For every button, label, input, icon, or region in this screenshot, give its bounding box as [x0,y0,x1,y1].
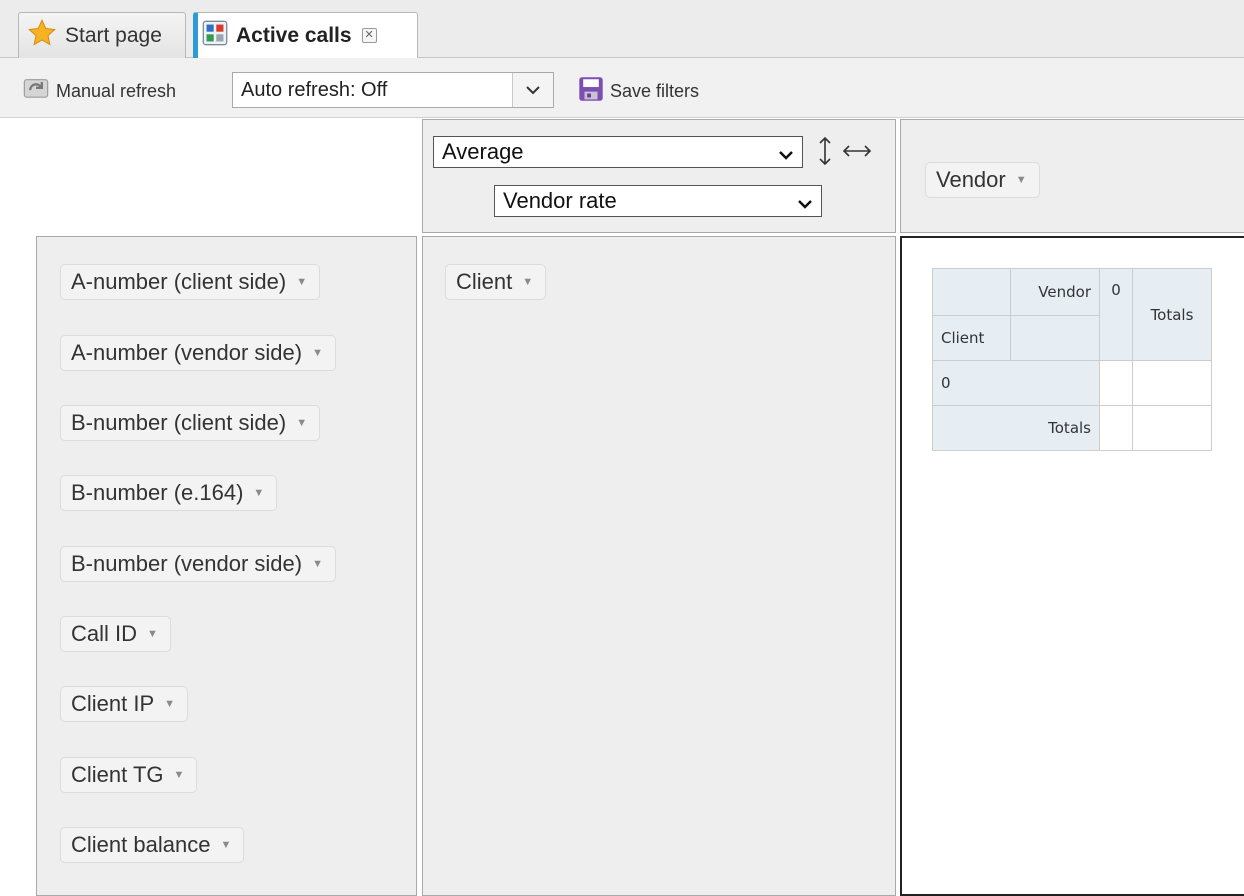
tab-start-page[interactable]: Start page [18,12,186,58]
field-label: A-number (client side) [71,269,287,294]
pivot-grand-total-cell [1132,405,1212,451]
field-label: B-number (e.164) [71,480,244,505]
field-label: Client [456,269,513,294]
tab-active-calls[interactable]: Active calls ✕ [193,12,418,58]
triangle-down-icon[interactable]: ▼ [164,698,175,710]
column-order-icon[interactable] [842,144,872,163]
auto-refresh-value: Auto refresh: Off [241,78,388,101]
pivot-totals-row-header: Totals [932,405,1100,451]
field-pill[interactable]: Client IP ▼ [60,686,189,722]
refresh-icon [22,76,50,107]
pivot-row-attr-header: Client [932,315,1011,361]
pivot-total-cell [1099,405,1133,451]
field-pill[interactable]: Client balance ▼ [60,827,245,863]
chevron-down-icon [797,192,813,218]
chevron-down-icon[interactable] [512,73,553,107]
field-pill[interactable]: A-number (vendor side) ▼ [60,335,336,371]
field-label: Client balance [71,832,211,857]
pivot-row-label: 0 [932,360,1100,406]
field-pill[interactable]: Call ID ▼ [60,616,171,652]
field-label: Client IP [71,691,155,716]
tab-strip: Start page Active calls ✕ [0,0,1244,58]
pivot-col-label: 0 [1099,268,1133,361]
field-label: B-number (vendor side) [71,551,303,576]
triangle-down-icon[interactable]: ▼ [1016,174,1027,186]
pivot-total-cell [1132,360,1212,406]
pivot-value-cell [1099,360,1133,406]
aggregator-attribute-value: Vendor rate [503,188,617,213]
floppy-disk-icon [578,76,604,107]
manual-refresh-label: Manual refresh [56,81,177,101]
aggregator-value: Average [442,139,524,164]
field-pill[interactable]: B-number (client side) ▼ [60,405,321,441]
pivot-table: Vendor 0 Totals Client 0 Totals [932,268,1212,451]
auto-refresh-select[interactable]: Auto refresh: Off [232,72,554,108]
field-pill[interactable]: Client TG ▼ [60,757,198,793]
field-label: B-number (client side) [71,410,287,435]
row-order-icon[interactable] [818,136,832,171]
aggregator-attribute-select[interactable]: Vendor rate [494,185,822,217]
row-fields-panel [422,236,896,896]
tab-label: Active calls [236,23,352,47]
triangle-down-icon[interactable]: ▼ [220,839,231,851]
manual-refresh-button[interactable]: Manual refresh [22,76,176,107]
field-pill-vendor[interactable]: Vendor ▼ [925,162,1040,198]
field-pill[interactable]: B-number (e.164) ▼ [60,475,278,511]
field-label: A-number (vendor side) [71,340,303,365]
field-pill-client[interactable]: Client ▼ [445,264,547,300]
pivot-totals-col-header: Totals [1132,268,1212,361]
sort-controls [818,136,872,171]
triangle-down-icon[interactable]: ▼ [296,417,307,429]
aggregator-select[interactable]: Average [433,136,803,168]
triangle-down-icon[interactable]: ▼ [147,628,158,640]
star-icon [27,18,57,54]
triangle-down-icon[interactable]: ▼ [253,487,264,499]
field-pill[interactable]: A-number (client side) ▼ [60,264,321,300]
pivot-col-attr-header: Vendor [1010,268,1100,316]
pivot-header-cell [1010,315,1100,361]
triangle-down-icon[interactable]: ▼ [522,276,533,288]
field-label: Vendor [936,167,1006,192]
triangle-down-icon[interactable]: ▼ [174,769,185,781]
field-label: Client TG [71,762,164,787]
chevron-down-icon [778,143,794,169]
triangle-down-icon[interactable]: ▼ [312,558,323,570]
save-filters-label: Save filters [610,81,700,101]
toolbar: Manual refresh Save filters [0,58,1244,118]
field-label: Call ID [71,621,138,646]
pivot-corner-cell [932,268,1011,316]
triangle-down-icon[interactable]: ▼ [312,347,323,359]
tab-label: Start page [65,23,162,47]
calls-grid-icon [202,20,228,52]
close-icon[interactable]: ✕ [361,28,377,43]
triangle-down-icon[interactable]: ▼ [296,276,307,288]
save-filters-button[interactable]: Save filters [578,76,699,107]
field-pill[interactable]: B-number (vendor side) ▼ [60,546,336,582]
